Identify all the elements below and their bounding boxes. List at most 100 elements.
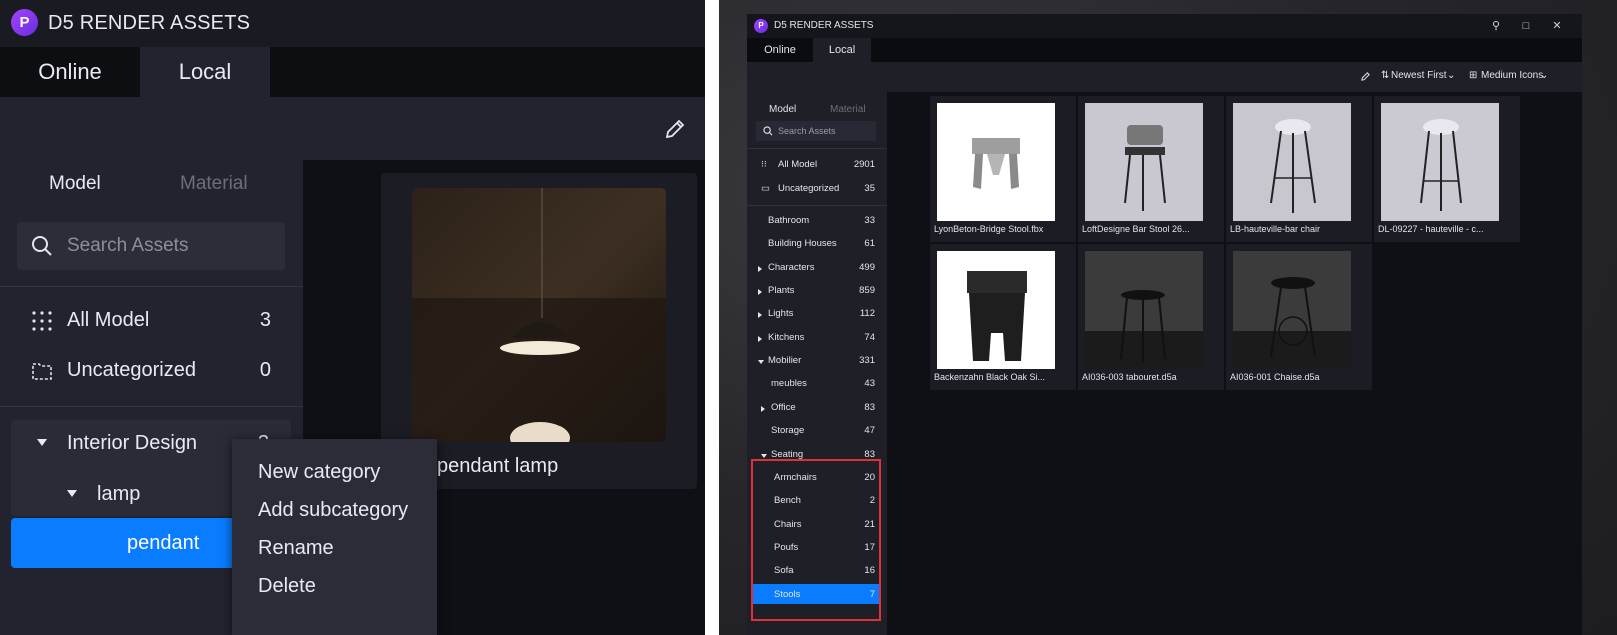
category-count: 499 [859,262,875,273]
expand-triangle-icon[interactable] [761,406,765,412]
d5-logo: P [754,19,768,33]
asset-card[interactable]: DL-09227 - hauteville - c... [1374,96,1520,242]
category-label: Kitchens [768,332,805,343]
tab-local[interactable]: Local [140,47,270,97]
divider [747,148,887,149]
asset-thumbnail[interactable] [1381,103,1499,221]
menu-item-new-category[interactable]: New category [258,461,380,484]
pin-icon[interactable]: ⚲ [1489,19,1503,33]
right-full-window-panel: P D5 RENDER ASSETS ⚲ □ ✕ Online Local ⇅ … [719,0,1617,635]
menu-item-delete[interactable]: Delete [258,575,316,598]
highlight-box [751,459,881,621]
asset-thumbnail[interactable] [1233,251,1351,369]
assets-window: P D5 RENDER ASSETS ⚲ □ ✕ Online Local ⇅ … [747,14,1582,635]
asset-thumbnail[interactable] [937,103,1055,221]
pencil-icon[interactable] [1360,71,1371,82]
sidebar-tab-model[interactable]: Model [49,173,101,195]
sort-icon: ⇅ [1381,70,1390,81]
tab-online[interactable]: Online [747,38,813,62]
sidebar-item-characters[interactable]: Characters 499 [747,257,887,280]
category-label: Mobilier [768,355,802,366]
sidebar-item-meubles[interactable]: meubles 43 [747,373,887,396]
sidebar-item-bathroom[interactable]: Bathroom 33 [747,210,887,233]
sidebar-item-uncategorized[interactable]: ▭ Uncategorized 35 [747,178,887,201]
category-count: 33 [864,215,875,226]
tab-bar: Online Local [747,38,1582,62]
search-input[interactable]: Search Assets [17,222,285,270]
sidebar-tab-material[interactable]: Material [180,173,248,195]
sidebar-item-mobilier[interactable]: Mobilier 331 [747,350,887,373]
asset-card[interactable]: LoftDesigne Bar Stool 26... [1078,96,1224,242]
sort-dropdown[interactable]: Newest First [1391,70,1447,81]
category-count: 83 [864,402,875,413]
sidebar-item-all-model[interactable]: All Model 3 [0,300,303,342]
view-dropdown[interactable]: Medium Icons [1481,70,1543,81]
pencil-icon[interactable] [663,117,687,141]
menu-item-add-subcategory[interactable]: Add subcategory [258,499,408,522]
sidebar-item-office[interactable]: Office 83 [747,397,887,420]
category-label: Plants [768,285,795,296]
asset-thumbnail[interactable] [937,251,1055,369]
uncategorized-label: Uncategorized [67,359,196,381]
category-label: Bathroom [768,215,810,226]
category-label: Storage [771,425,805,436]
asset-thumbnail[interactable] [1085,103,1203,221]
close-icon[interactable]: ✕ [1550,19,1564,33]
asset-card-label: AI036-001 Chaise.d5a [1230,372,1320,382]
expand-triangle-icon[interactable] [758,336,762,342]
sidebar-tab-material[interactable]: Material [830,104,866,115]
sidebar-item-all-model[interactable]: ⁝⁝ All Model 2901 [747,154,887,177]
all-model-count: 3 [259,309,271,331]
collapse-triangle-icon[interactable] [761,454,767,458]
expand-triangle-icon[interactable] [67,490,77,497]
sidebar-item-kitchens[interactable]: Kitchens 74 [747,327,887,350]
search-icon [32,236,52,256]
asset-card[interactable]: AI036-001 Chaise.d5a [1226,244,1372,390]
sidebar-item-storage[interactable]: Storage 47 [747,420,887,443]
d5-logo: P [11,9,38,36]
category-pendant-label: pendant [127,532,200,554]
asset-card-label: LoftDesigne Bar Stool 26... [1082,224,1190,234]
category-count: 61 [864,238,875,249]
left-zoomed-panel: P D5 RENDER ASSETS Online Local Model Ma… [0,0,705,635]
collapse-triangle-icon[interactable] [758,360,764,364]
sidebar-item-plants[interactable]: Plants 859 [747,280,887,303]
uncategorized-count: 35 [864,183,875,194]
expand-triangle-icon[interactable] [758,289,762,295]
asset-card-label: DL-09227 - hauteville - c... [1378,224,1484,234]
asset-card[interactable]: AI036-003 tabouret.d5a [1078,244,1224,390]
all-model-label: All Model [67,309,150,331]
tab-local[interactable]: Local [813,38,871,62]
asset-thumbnail[interactable] [1233,103,1351,221]
maximize-icon[interactable]: □ [1519,19,1533,33]
grid-icon: ⁝⁝ [761,159,767,169]
toolbar: ⇅ Newest First ⌄ ⊞ Medium Icons ⌄ [747,62,1582,92]
asset-card-label: LB-hauteville-bar chair [1230,224,1321,234]
title-bar: P D5 RENDER ASSETS [0,0,705,47]
app-title: D5 RENDER ASSETS [774,20,874,31]
sidebar-tab-model[interactable]: Model [769,104,796,115]
search-placeholder: Search Assets [778,126,836,136]
menu-item-rename[interactable]: Rename [258,537,334,560]
asset-thumbnail[interactable] [412,188,666,442]
divider [747,205,887,206]
search-input[interactable]: Search Assets [756,121,876,141]
all-model-count: 2901 [853,159,875,170]
asset-card[interactable]: LB-hauteville-bar chair [1226,96,1372,242]
asset-card[interactable]: Backenzahn Black Oak Si... [930,244,1076,390]
category-count: 859 [859,285,875,296]
category-interior-design[interactable]: Interior Design [67,432,197,455]
asset-thumbnail[interactable] [1085,251,1203,369]
tab-online[interactable]: Online [0,47,140,97]
expand-triangle-icon[interactable] [37,439,47,446]
sidebar-item-lights[interactable]: Lights 112 [747,303,887,326]
asset-card[interactable]: LyonBeton-Bridge Stool.fbx [930,96,1076,242]
expand-triangle-icon[interactable] [758,312,762,318]
all-model-label: All Model [778,159,818,170]
expand-triangle-icon[interactable] [758,266,762,272]
category-lamp[interactable]: lamp [97,483,140,506]
sidebar-item-uncategorized[interactable]: Uncategorized 0 [0,350,303,392]
uncategorized-count: 0 [259,359,271,381]
title-bar: P D5 RENDER ASSETS ⚲ □ ✕ [747,14,1582,38]
sidebar-item-building-houses[interactable]: Building Houses 61 [747,233,887,256]
